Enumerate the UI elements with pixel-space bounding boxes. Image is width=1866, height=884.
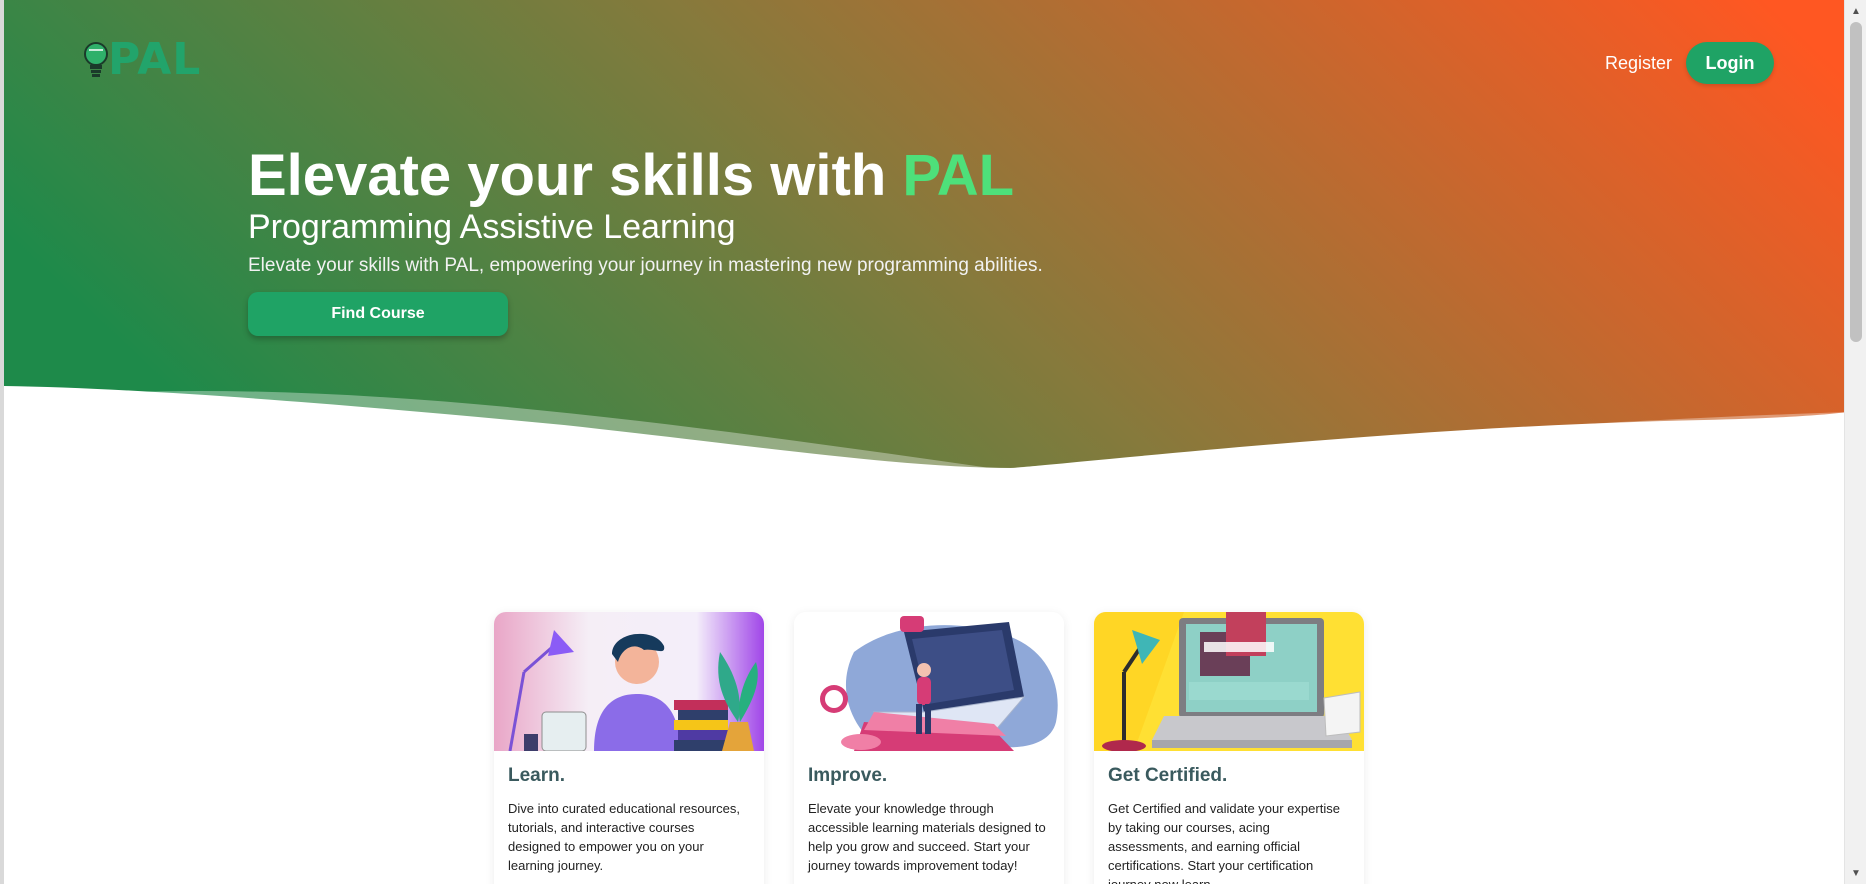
card-body: Get Certified. Get Certified and validat… — [1094, 751, 1364, 884]
card-title: Get Certified. — [1108, 765, 1228, 786]
brand-logo-text: PAL — [108, 34, 202, 85]
brand-logo[interactable]: PAL — [82, 38, 201, 82]
feature-card-improve[interactable]: Improve. Elevate your knowledge through … — [794, 612, 1064, 884]
hero-subtitle: Programming Assistive Learning — [248, 208, 736, 246]
scroll-up-arrow-icon[interactable]: ▲ — [1845, 2, 1866, 20]
page: PAL Register Login Elevate your skills w… — [0, 0, 1866, 884]
top-nav: Register Login — [1605, 42, 1774, 84]
feature-card-learn[interactable]: Learn. Dive into curated educational res… — [494, 612, 764, 884]
card-body: Improve. Elevate your knowledge through … — [794, 751, 1064, 875]
card-title: Improve. — [808, 765, 888, 786]
card-body: Learn. Dive into curated educational res… — [494, 751, 764, 875]
vertical-scrollbar[interactable]: ▲ ▼ — [1844, 0, 1866, 884]
card-text: Dive into curated educational resources,… — [508, 801, 740, 873]
improve-illustration — [794, 612, 1064, 751]
hero-section: PAL Register Login Elevate your skills w… — [4, 0, 1848, 520]
certified-illustration — [1094, 612, 1364, 751]
learn-illustration — [494, 612, 764, 751]
hero-content: Elevate your skills with PAL Programming… — [248, 144, 1043, 336]
hero-title: Elevate your skills with PAL — [248, 144, 1043, 208]
scroll-down-arrow-icon[interactable]: ▼ — [1845, 864, 1866, 882]
feature-card-certified[interactable]: Get Certified. Get Certified and validat… — [1094, 612, 1364, 884]
scroll-thumb[interactable] — [1850, 22, 1862, 342]
card-title: Learn. — [508, 765, 566, 786]
register-link[interactable]: Register — [1605, 47, 1672, 80]
hero-title-prefix: Elevate your skills with — [248, 143, 903, 208]
feature-cards: Learn. Dive into curated educational res… — [494, 612, 1364, 884]
hero-description: Elevate your skills with PAL, empowering… — [248, 255, 1043, 276]
find-course-button[interactable]: Find Course — [248, 292, 508, 336]
card-text: Elevate your knowledge through accessibl… — [808, 801, 1046, 873]
hero-title-accent: PAL — [902, 143, 1015, 208]
card-text: Get Certified and validate your expertis… — [1108, 801, 1340, 884]
login-button[interactable]: Login — [1686, 42, 1774, 84]
